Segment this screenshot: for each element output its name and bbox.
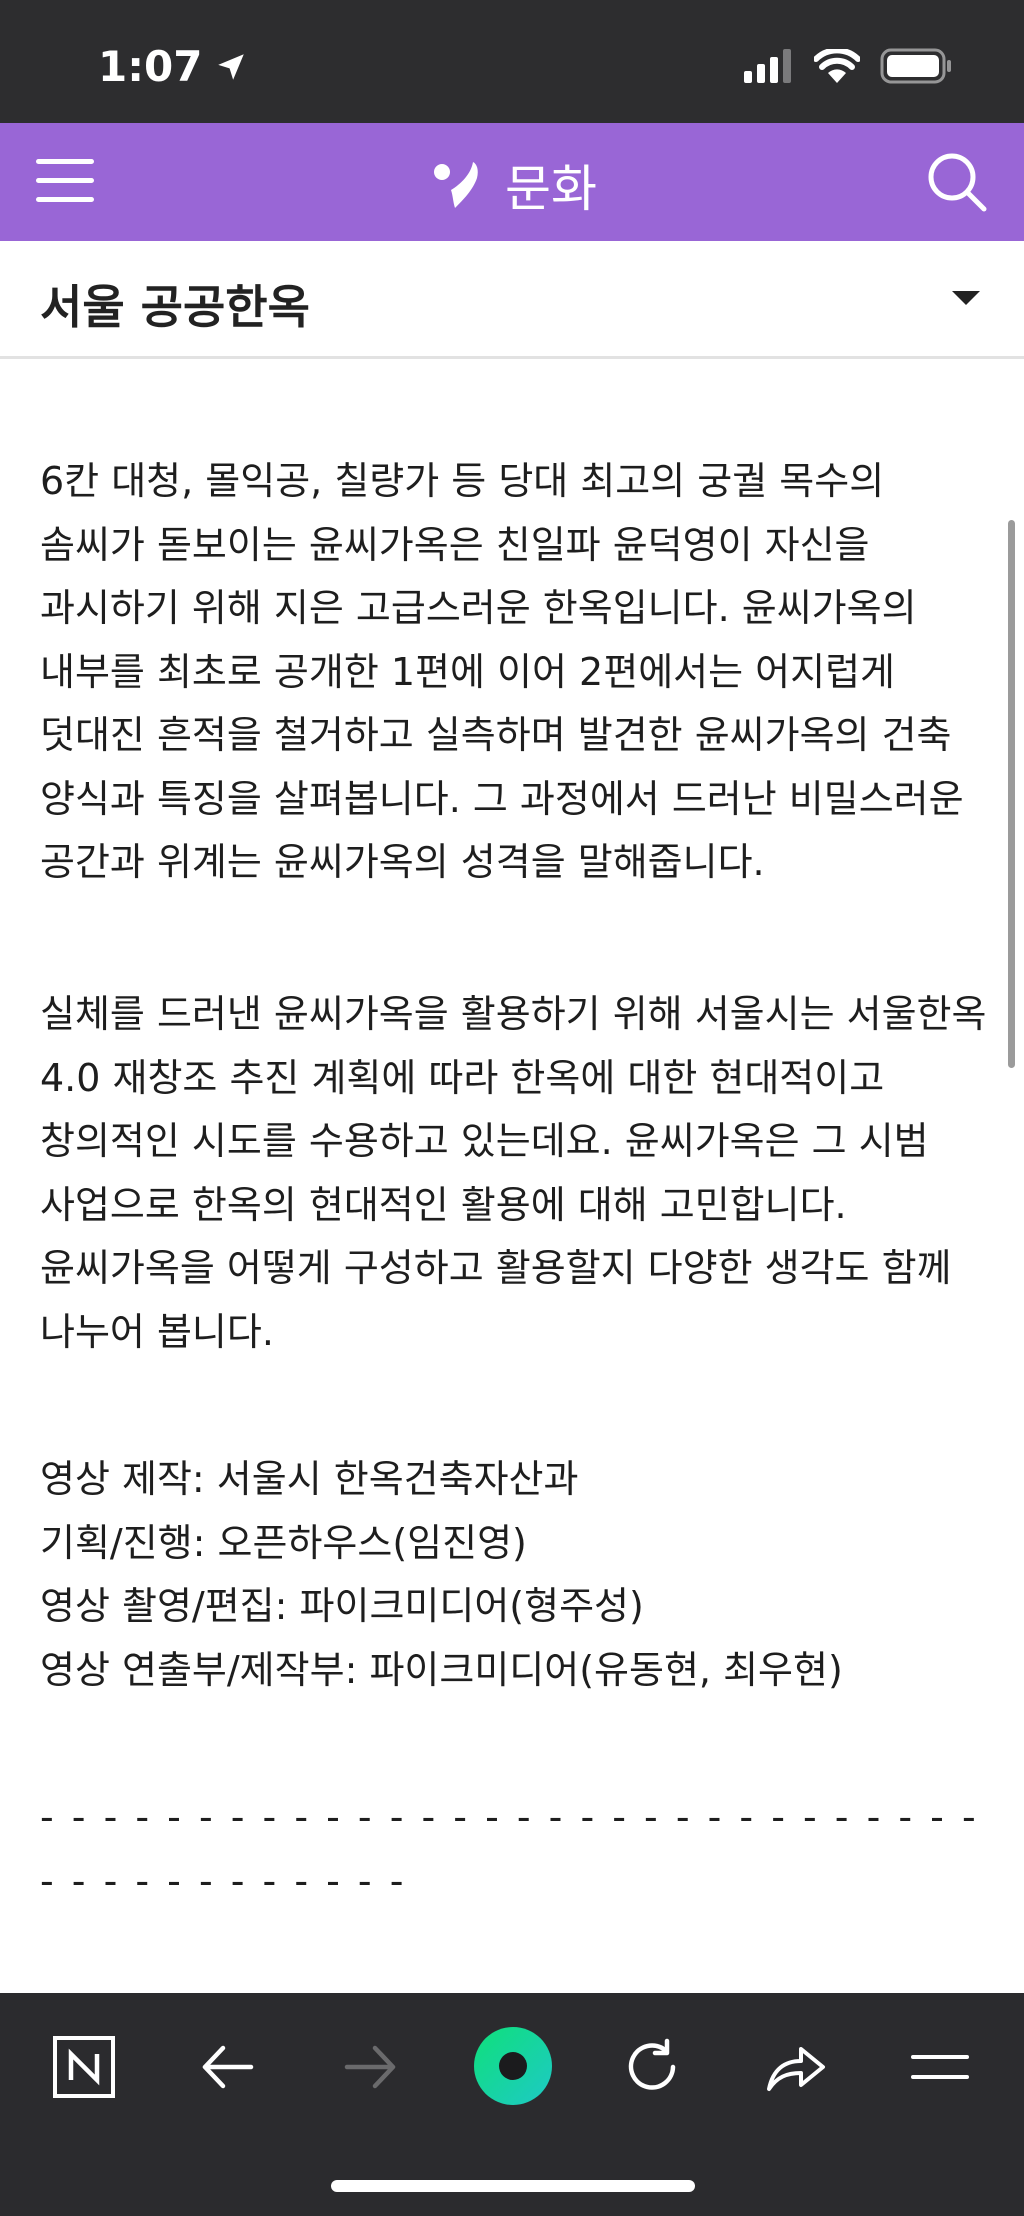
dashed-divider: - - - - - - - - - - - - - - - - - - - - … [40, 1795, 979, 1903]
battery-icon [880, 48, 951, 84]
chevron-down-icon[interactable] [952, 291, 980, 305]
forward-arrow-icon [344, 2045, 396, 2089]
credits-list: 영상 제작: 서울시 한옥건축자산과 기획/진행: 오픈하우스(임진영) 영상 … [40, 1448, 990, 1702]
article-paragraph-1: 6칸 대청, 몰익공, 칠량가 등 당대 최고의 궁궐 목수의 솜씨가 돋보이는… [40, 459, 964, 884]
scrollbar[interactable] [1008, 520, 1015, 1068]
status-bar: 1:07 [0, 0, 1024, 123]
reload-button[interactable] [612, 2027, 692, 2107]
section-title: 서울 공공한옥 [40, 280, 310, 334]
back-button[interactable] [188, 2027, 268, 2107]
home-indicator [331, 2180, 695, 2192]
back-arrow-icon [202, 2045, 254, 2089]
more-menu-icon [911, 2055, 969, 2079]
credit-line: 기획/진행: 오픈하우스(임진영) [40, 1520, 527, 1565]
header-title[interactable]: 문화 [0, 149, 1024, 221]
share-button[interactable] [756, 2027, 836, 2107]
credit-line: 영상 연출부/제작부: 파이크미디어(유동현, 최우현) [40, 1647, 843, 1692]
share-icon [767, 2047, 825, 2091]
search-icon[interactable] [926, 151, 988, 213]
status-time-text: 1:07 [98, 42, 203, 91]
credit-line: 영상 제작: 서울시 한옥건축자산과 [40, 1457, 579, 1501]
article-paragraph-2: 실체를 드러낸 윤씨가옥을 활용하기 위해 서울시는 서울한옥 4.0 재창조 … [40, 992, 987, 1354]
app-header: 문화 [0, 123, 1024, 241]
header-title-text: 문화 [505, 160, 597, 218]
more-menu-button[interactable] [900, 2027, 980, 2107]
section-selector[interactable]: 서울 공공한옥 [0, 241, 1024, 359]
reload-icon [628, 2038, 676, 2090]
status-icons [744, 48, 954, 84]
wifi-icon [814, 49, 860, 83]
signal-icon [744, 49, 791, 83]
forward-button[interactable] [330, 2027, 410, 2107]
green-dot-button[interactable] [472, 2025, 554, 2107]
naver-home-icon [53, 2036, 115, 2098]
naver-culture-logo-icon [434, 162, 478, 208]
naver-home-button[interactable] [44, 2027, 124, 2107]
status-time: 1:07 [98, 42, 248, 91]
location-arrow-icon [218, 53, 245, 80]
credit-line: 영상 촬영/편집: 파이크미디어(형주성) [40, 1584, 644, 1628]
green-dot-icon [474, 2027, 552, 2105]
